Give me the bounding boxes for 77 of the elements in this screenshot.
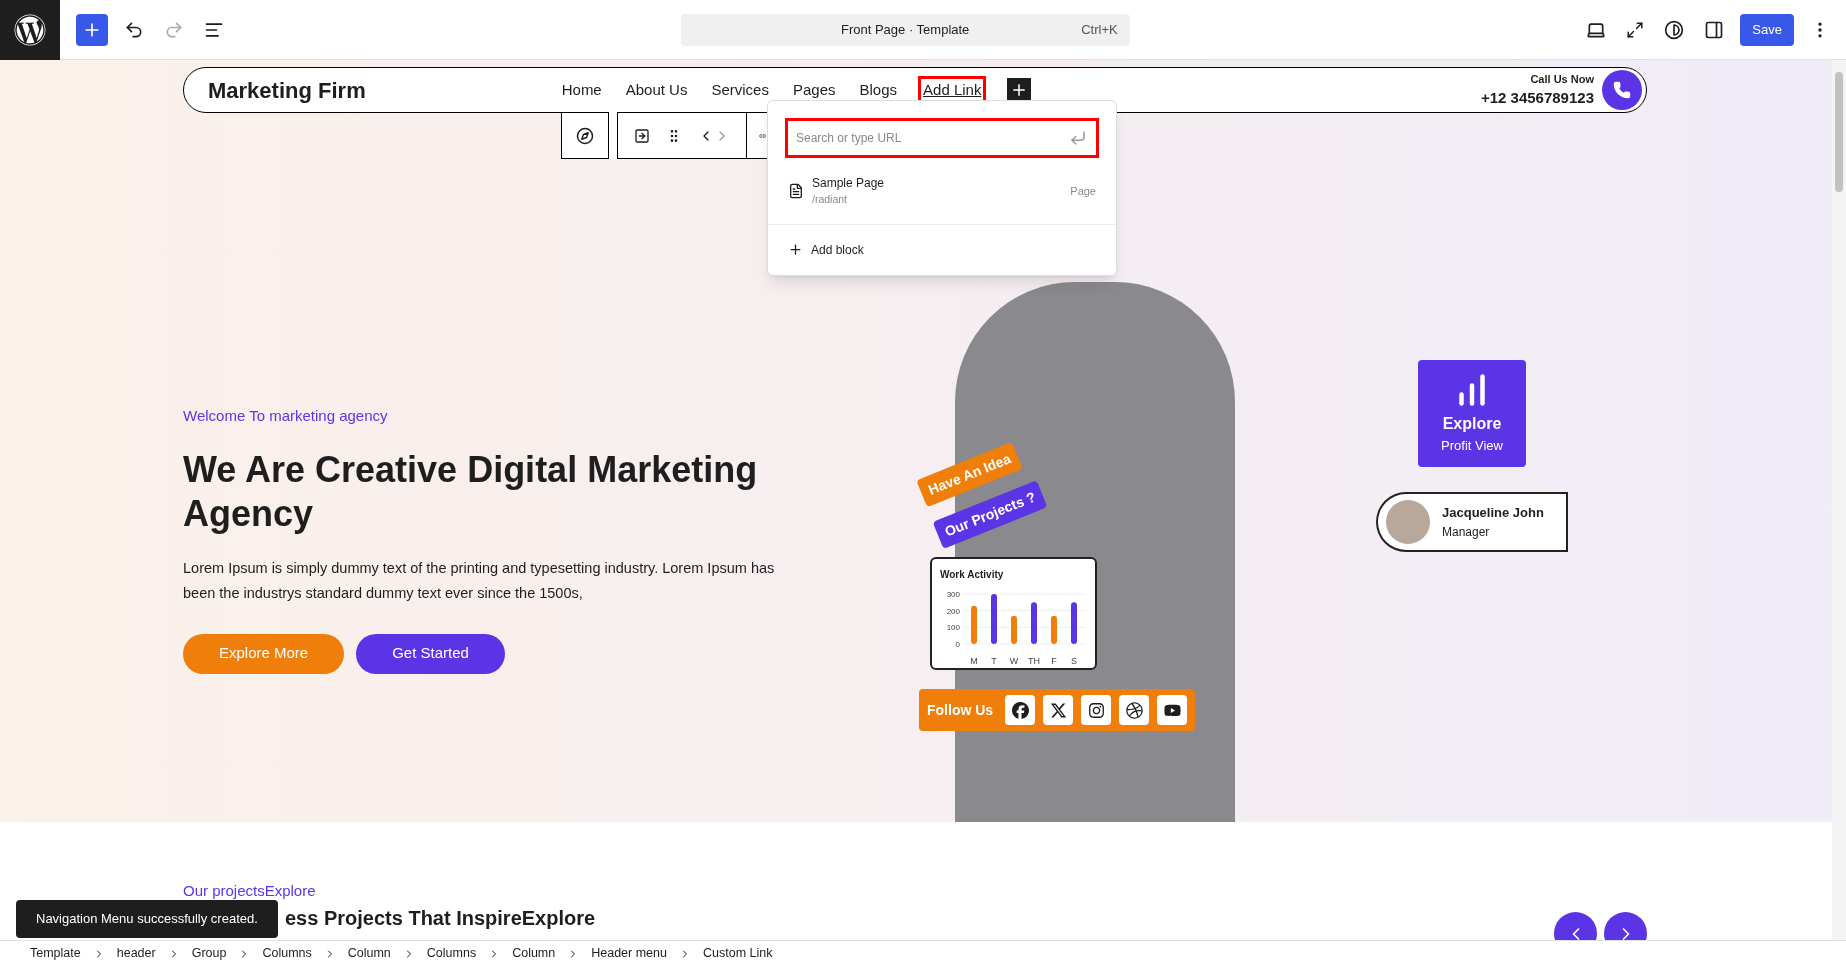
bar (971, 605, 977, 644)
compass-icon[interactable] (576, 126, 594, 145)
breadcrumb-link[interactable]: Column (508, 944, 560, 963)
section-heading: ess Projects That InspireExplore (285, 906, 596, 930)
breadcrumb-link[interactable]: Columns (258, 944, 316, 963)
add-block-link[interactable]: Add block (788, 240, 864, 259)
nav-link[interactable]: Services (711, 78, 769, 102)
breadcrumb-link[interactable]: Custom Link (699, 944, 777, 963)
x-tick-label: TH (1028, 656, 1040, 666)
bar (1031, 602, 1037, 644)
undo-icon[interactable] (124, 19, 144, 40)
breadcrumb-link[interactable]: Group (187, 944, 231, 963)
nav-link[interactable]: Home (561, 78, 602, 102)
instagram-icon[interactable] (1081, 695, 1112, 725)
breadcrumb-link[interactable]: Header menu (587, 944, 671, 963)
contrast-icon[interactable] (1664, 19, 1685, 40)
call-label: Call Us Now (1530, 71, 1594, 87)
plus-icon (788, 242, 803, 258)
x-tick-label: T (991, 656, 998, 666)
nav-link[interactable]: Pages (792, 78, 836, 102)
explore-card[interactable]: Explore Profit View (1418, 360, 1526, 467)
hero-heading: We Are Creative Digital Marketing Agency (183, 447, 759, 536)
hero-description: Lorem Ipsum is simply dummy text of the printing and typesetting industry. Lorem Ipsum has been the industrys standard dummy text ever since the 1500s, (183, 558, 776, 603)
add-menu-item-button[interactable] (1007, 78, 1032, 102)
phone-icon (1613, 81, 1631, 99)
avatar-placeholder (1386, 500, 1430, 544)
get-started-button[interactable]: Get Started (356, 633, 505, 674)
suggestion-type: Page (1070, 183, 1096, 199)
hero-eyebrow: Welcome To marketing agency (183, 406, 389, 426)
card-title: Work Activity (940, 568, 1005, 582)
x-tick-label: F (1051, 656, 1058, 666)
person-name: Jacqueline John (1442, 504, 1544, 523)
link-suggestion[interactable]: Sample Page /radiant Page (768, 166, 1116, 216)
explore-title: Explore (1442, 413, 1502, 434)
x-tick-label: W (1009, 656, 1019, 666)
save-button[interactable]: Save (1740, 13, 1794, 46)
breadcrumb-link[interactable]: header (112, 944, 160, 963)
y-tick-label: 300 (946, 590, 961, 599)
facebook-icon[interactable] (1005, 695, 1036, 725)
transform-icon[interactable] (634, 127, 650, 144)
phone-number: +12 3456789123 (1480, 88, 1594, 108)
person-role: Manager (1442, 523, 1491, 541)
wordpress-logo-icon[interactable] (0, 0, 60, 60)
site-logo[interactable]: Marketing Firm (208, 73, 366, 107)
suggestion-path: /radiant (812, 192, 849, 207)
add-block-button[interactable] (76, 13, 108, 46)
bar (1071, 602, 1077, 644)
x-tick-label: S (1070, 656, 1078, 666)
youtube-icon[interactable] (1157, 695, 1188, 725)
bar (991, 594, 997, 644)
bar-chart: 0 100 200 300 M T W TH F S (940, 586, 1090, 668)
url-search-field[interactable]: Search or type URL (785, 118, 1099, 158)
dribbble-icon[interactable] (1119, 695, 1150, 725)
section-eyebrow: Our projectsExplore (183, 881, 316, 901)
sidebar-icon[interactable] (1704, 19, 1725, 40)
bar (1051, 615, 1057, 644)
x-logo-icon[interactable] (1043, 695, 1074, 725)
y-tick-label: 0 (955, 640, 961, 649)
page-icon (788, 182, 804, 199)
enter-icon[interactable] (1069, 129, 1087, 147)
explore-subtitle: Profit View (1441, 436, 1503, 455)
breadcrumb-link[interactable]: Columns (422, 944, 481, 963)
y-tick-label: 100 (946, 623, 961, 633)
breadcrumb-link[interactable]: Template (26, 944, 85, 963)
expand-icon[interactable] (1626, 20, 1645, 39)
command-palette-button[interactable]: Front Page · Template Ctrl+K (680, 13, 1130, 46)
notice-toast: Navigation Menu successfully created. (16, 900, 278, 938)
nav-link[interactable]: Blogs (859, 78, 898, 102)
follow-us-label: Follow Us (927, 700, 994, 720)
phone-button[interactable] (1602, 70, 1642, 110)
x-tick-label: M (970, 656, 978, 666)
nav-link[interactable]: About Us (625, 78, 688, 102)
bar (1011, 615, 1017, 644)
suggestion-title: Sample Page (812, 175, 886, 192)
y-tick-label: 200 (946, 606, 961, 616)
nav-link[interactable]: Add Link (921, 78, 984, 102)
breadcrumb-link[interactable]: Column (343, 944, 395, 963)
